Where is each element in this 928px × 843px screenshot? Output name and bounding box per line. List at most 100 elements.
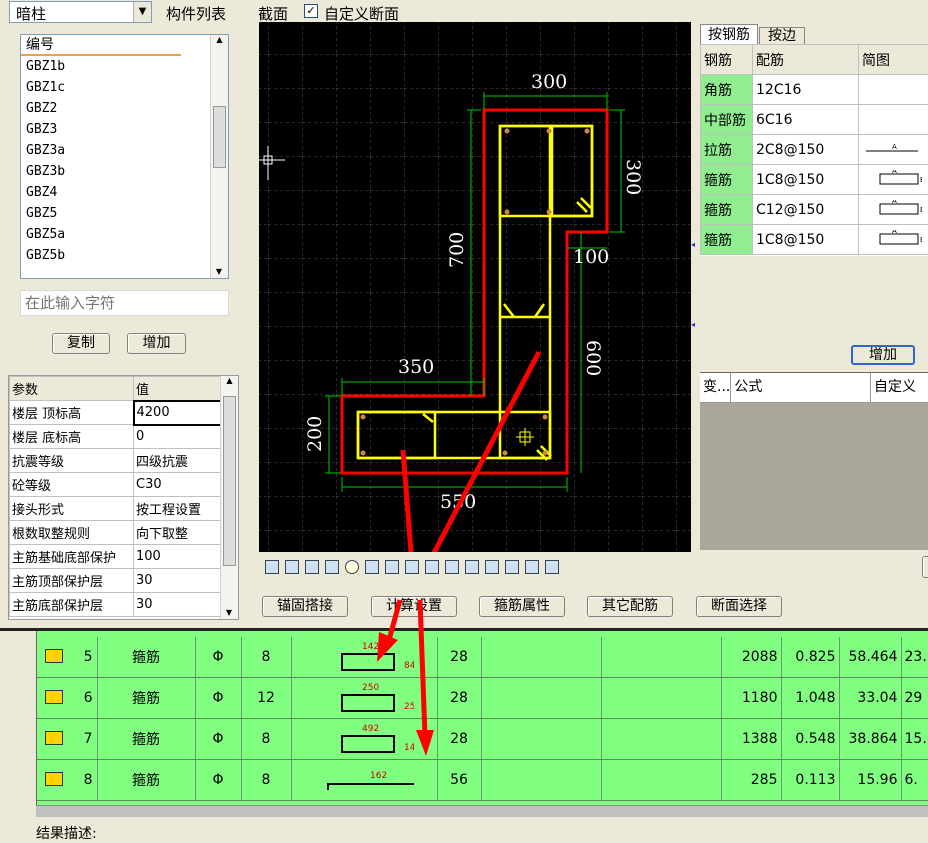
param-value[interactable]: 0: [134, 425, 221, 449]
stirrup-props-button[interactable]: 箍筋属性: [479, 596, 565, 617]
grade-icon: Φ: [195, 760, 241, 801]
param-value[interactable]: 30: [134, 593, 221, 617]
rebar-type: 角筋: [701, 75, 753, 105]
small-button[interactable]: [922, 556, 928, 578]
list-item[interactable]: GBZ1b: [21, 56, 228, 77]
param-value[interactable]: 4200: [134, 401, 221, 425]
chart-icon[interactable]: [485, 560, 499, 574]
row-number: 5: [84, 649, 93, 665]
list-item[interactable]: GBZ3a: [21, 140, 228, 161]
scroll-thumb[interactable]: [213, 106, 226, 168]
anchor-lap-button[interactable]: 锚固搭接: [262, 596, 348, 617]
rebar-type: 箍筋: [701, 165, 753, 195]
param-value[interactable]: 按工程设置: [134, 497, 221, 521]
table-row[interactable]: 6 箍筋 Φ 12 250250 28 1180 1.048 33.04 29: [37, 678, 928, 719]
grade-icon: Φ: [195, 678, 241, 719]
grid-edit-icon[interactable]: [425, 560, 439, 574]
canvas-toolbar: [262, 559, 662, 581]
row-extra: 23.: [901, 637, 928, 678]
type-select[interactable]: 暗柱 ▼: [9, 1, 152, 23]
add-button[interactable]: 增加: [127, 333, 186, 354]
param-value[interactable]: C30: [134, 473, 221, 497]
table-row[interactable]: 5 箍筋 Φ 8 142842 28 2088 0.825 58.464 23.: [37, 637, 928, 678]
table-row[interactable]: 7 箍筋 Φ 8 492142 28 1388 0.548 38.864 15.: [37, 719, 928, 760]
point-tool-icon[interactable]: [265, 560, 279, 574]
doc-icon[interactable]: [445, 560, 459, 574]
rebar-row-icon: [45, 731, 63, 745]
rebar-config[interactable]: 1C8@150: [753, 225, 859, 255]
list-item[interactable]: GBZ5a: [21, 224, 228, 245]
row-diameter: 8: [241, 760, 291, 801]
list-item[interactable]: GBZ3b: [21, 161, 228, 182]
edit-icon[interactable]: [365, 560, 379, 574]
rebar-row-icon: [45, 649, 63, 663]
rebar-config[interactable]: 6C16: [753, 105, 859, 135]
col-rebar: 钢筋: [701, 45, 753, 75]
sketch-stirrup: AB: [859, 195, 928, 225]
param-value[interactable]: 100: [134, 545, 221, 569]
row-count: 28: [437, 678, 481, 719]
rebar-config[interactable]: 2C8@150: [753, 135, 859, 165]
grade-icon: Φ: [195, 719, 241, 760]
list-scrollbar[interactable]: ▲ ▼: [210, 35, 228, 278]
row-weight: 0.548: [781, 719, 839, 760]
dim-left-long: 700: [446, 232, 468, 268]
value-header: 值: [134, 377, 221, 401]
rect-tool-icon[interactable]: [285, 560, 299, 574]
pencil-icon[interactable]: [385, 560, 399, 574]
dashed-rect-icon[interactable]: [325, 560, 339, 574]
rebar-config[interactable]: 12C16: [753, 75, 859, 105]
rounded-rect-icon[interactable]: [305, 560, 319, 574]
sketch-side-a: 250: [362, 683, 379, 693]
other-rebar-button[interactable]: 其它配筋: [587, 596, 673, 617]
section-canvas[interactable]: 300 300 700 100 600 350 200 550: [259, 22, 691, 552]
search-input[interactable]: [20, 290, 229, 316]
table-row[interactable]: 8 箍筋 Φ 8 162 56 285 0.113 15.96 6.: [37, 760, 928, 801]
rebar-config[interactable]: 1C8@150: [753, 165, 859, 195]
custom-section-checkbox[interactable]: ✓: [304, 4, 318, 18]
dim-left-short: 200: [304, 416, 326, 452]
table-icon[interactable]: [465, 560, 479, 574]
calc-settings-button[interactable]: 计算设置: [371, 596, 457, 617]
tab-by-edge[interactable]: 按边: [759, 27, 805, 45]
row-count: 56: [437, 760, 481, 801]
list-item[interactable]: GBZ4: [21, 182, 228, 203]
param-value[interactable]: 向下取整: [134, 521, 221, 545]
list-item[interactable]: GBZ1c: [21, 77, 228, 98]
tab-by-rebar[interactable]: 按钢筋: [700, 24, 758, 45]
copy-button[interactable]: 复制: [52, 333, 110, 354]
open-icon[interactable]: [505, 560, 519, 574]
rebar-config[interactable]: C12@150: [753, 195, 859, 225]
svg-text:B: B: [920, 236, 922, 244]
section-select-button[interactable]: 断面选择: [696, 596, 782, 617]
sketch-side-a: 492: [362, 724, 379, 734]
param-name: 抗震等级: [10, 449, 134, 473]
circle-tool-icon[interactable]: [345, 560, 359, 574]
rebar-row-icon: [45, 690, 63, 704]
grid-icon[interactable]: [405, 560, 419, 574]
axis-icon[interactable]: [545, 560, 559, 574]
param-name: 接头形式: [10, 497, 134, 521]
sketch-side-b: 842: [404, 661, 414, 671]
param-value[interactable]: 30: [134, 569, 221, 593]
list-item[interactable]: GBZ5: [21, 203, 228, 224]
param-name: 砼等级: [10, 473, 134, 497]
row-total: 33.04: [839, 678, 901, 719]
svg-text:B: B: [920, 176, 922, 184]
row-weight: 0.825: [781, 637, 839, 678]
add-rebar-button[interactable]: 增加: [851, 345, 915, 365]
list-item[interactable]: GBZ2: [21, 98, 228, 119]
params-scrollbar[interactable]: ▲ ▼: [220, 376, 238, 619]
sketch-side-b: 250: [404, 702, 414, 712]
row-extra: 6.: [901, 760, 928, 801]
list-item[interactable]: GBZ3: [21, 119, 228, 140]
list-item[interactable]: GBZ5b: [21, 245, 228, 266]
section-label: 截面: [258, 3, 288, 24]
settings-icon[interactable]: [525, 560, 539, 574]
row-count: 28: [437, 637, 481, 678]
chevron-down-icon[interactable]: ▼: [133, 2, 151, 22]
component-list[interactable]: 编号 GBZ1b GBZ1c GBZ2 GBZ3 GBZ3a GBZ3b GBZ…: [20, 34, 229, 279]
param-value[interactable]: 四级抗震: [134, 449, 221, 473]
row-extra: 15.: [901, 719, 928, 760]
row-length: 1388: [721, 719, 781, 760]
